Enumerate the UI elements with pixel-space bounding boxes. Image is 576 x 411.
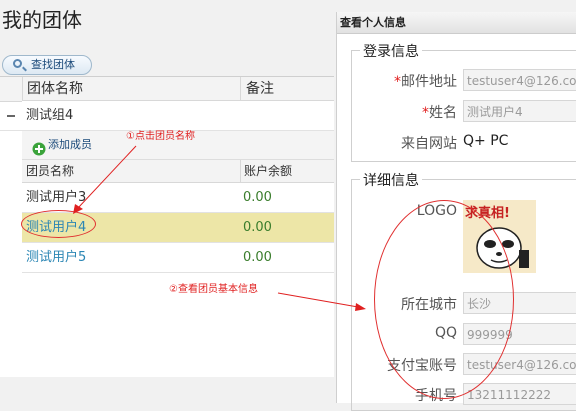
annotation-arrows bbox=[73, 145, 366, 311]
